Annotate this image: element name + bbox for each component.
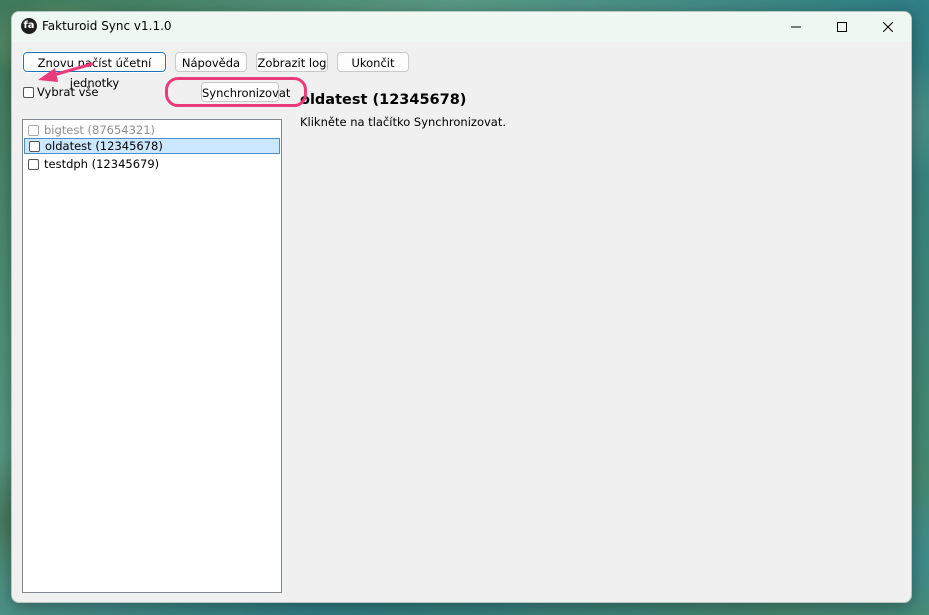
detail-title: oldatest (12345678) [300,92,467,108]
list-item-label: bigtest (87654321) [44,123,156,137]
app-window: fa Fakturoid Sync v1.1.0 Znovu načíst úč… [11,11,912,603]
list-item-label: oldatest (12345678) [45,139,163,153]
help-button[interactable]: Nápověda [175,52,247,72]
accounting-units-list[interactable]: bigtest (87654321) oldatest (12345678) t… [22,119,282,593]
select-all-label: Vybrat vše [37,85,99,99]
list-item[interactable]: oldatest (12345678) [24,138,280,154]
quit-button[interactable]: Ukončit [337,52,409,72]
app-logo-icon: fa [21,18,37,34]
list-item[interactable]: testdph (12345679) [24,156,280,172]
select-all-checkbox-box[interactable] [23,86,34,98]
list-item-label: testdph (12345679) [44,157,160,171]
show-log-button[interactable]: Zobrazit log [256,52,328,72]
reload-units-button[interactable]: Znovu načíst účetní jednotky [22,51,167,90]
window-title: Fakturoid Sync v1.1.0 [42,19,172,33]
close-button[interactable] [865,12,911,42]
select-all-checkbox[interactable]: Vybrat vše [23,85,98,99]
annotation-highlight-ring [165,77,307,107]
title-bar[interactable]: fa Fakturoid Sync v1.1.0 [12,12,911,42]
close-icon [883,22,893,32]
maximize-button[interactable] [819,12,865,42]
list-item-checkbox[interactable] [28,158,39,170]
minimize-button[interactable] [773,12,819,42]
list-item[interactable]: bigtest (87654321) [24,122,280,138]
detail-message: Klikněte na tlačítko Synchronizovat. [300,115,506,129]
list-item-checkbox[interactable] [29,140,40,152]
minimize-icon [791,26,801,28]
maximize-icon [837,22,847,32]
list-item-checkbox[interactable] [28,124,39,136]
